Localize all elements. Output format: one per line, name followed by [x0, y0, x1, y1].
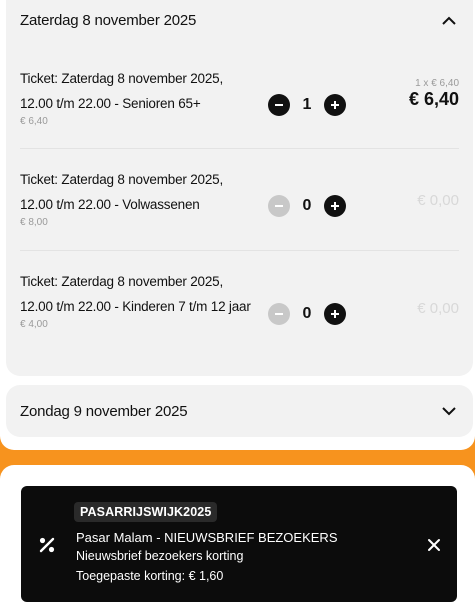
day-header-saturday[interactable]: Zaterdag 8 november 2025 [20, 8, 459, 32]
quantity-stepper: 0 [268, 303, 346, 325]
ticket-row: Ticket: Zaterdag 8 november 2025, 12.00 … [20, 66, 459, 127]
ticket-panel: Zaterdag 8 november 2025 Ticket: Zaterda… [0, 0, 475, 450]
plus-icon [331, 202, 339, 210]
ticket-name: Ticket: Zaterdag 8 november 2025, 12.00 … [20, 71, 224, 111]
day-card-saturday: Zaterdag 8 november 2025 Ticket: Zaterda… [6, 0, 473, 376]
day-header-sunday[interactable]: Zondag 9 november 2025 [20, 399, 459, 423]
discount-code: PASARRIJSWIJK2025 [74, 502, 218, 522]
ticket-price: € 4,00 [20, 319, 48, 330]
divider [20, 250, 459, 251]
decrease-button[interactable] [268, 303, 290, 325]
percent-icon [39, 537, 55, 553]
minus-icon [275, 104, 283, 106]
quantity-stepper: 0 [268, 195, 346, 217]
plus-icon [331, 310, 339, 318]
increase-button[interactable] [324, 94, 346, 116]
ticket-total: 1 x € 6,40 € 6,40 [409, 78, 459, 110]
chevron-down-icon[interactable] [439, 401, 459, 421]
day-title: Zondag 9 november 2025 [20, 402, 188, 420]
ticket-row: Ticket: Zaterdag 8 november 2025, 12.00 … [20, 167, 459, 228]
close-icon[interactable] [427, 538, 441, 552]
discount-title: Pasar Malam - NIEUWSBRIEF BEZOEKERS [76, 530, 338, 545]
discount-applied: Toegepaste korting: € 1,60 [76, 569, 224, 583]
ticket-row: Ticket: Zaterdag 8 november 2025, 12.00 … [20, 269, 459, 330]
quantity-stepper: 1 [268, 94, 346, 116]
increase-button[interactable] [324, 303, 346, 325]
quantity-value: 1 [302, 96, 312, 113]
ticket-total: € 0,00 [417, 192, 459, 209]
total-amount: € 6,40 [408, 89, 459, 109]
discount-description: Nieuwsbrief bezoekers korting [76, 549, 244, 563]
quantity-value: 0 [302, 197, 312, 214]
day-title: Zaterdag 8 november 2025 [20, 11, 197, 29]
ticket-name: Ticket: Zaterdag 8 november 2025, 12.00 … [20, 274, 251, 314]
discount-card: PASARRIJSWIJK2025 Pasar Malam - NIEUWSBR… [21, 486, 457, 602]
total-amount: € 0,00 [417, 300, 459, 317]
increase-button[interactable] [324, 195, 346, 217]
total-amount: € 0,00 [417, 192, 459, 209]
decrease-button[interactable] [268, 94, 290, 116]
ticket-price: € 8,00 [20, 217, 48, 228]
minus-icon [275, 313, 283, 315]
decrease-button[interactable] [268, 195, 290, 217]
ticket-price: € 6,40 [20, 116, 48, 127]
chevron-up-icon[interactable] [439, 10, 459, 30]
minus-icon [275, 205, 283, 207]
plus-icon [331, 101, 339, 109]
divider [20, 148, 459, 149]
quantity-value: 0 [302, 305, 312, 322]
ticket-name: Ticket: Zaterdag 8 november 2025, 12.00 … [20, 172, 224, 212]
unit-price-line: 1 x € 6,40 [415, 78, 459, 89]
ticket-total: € 0,00 [417, 300, 459, 317]
day-card-sunday: Zondag 9 november 2025 [6, 385, 473, 437]
